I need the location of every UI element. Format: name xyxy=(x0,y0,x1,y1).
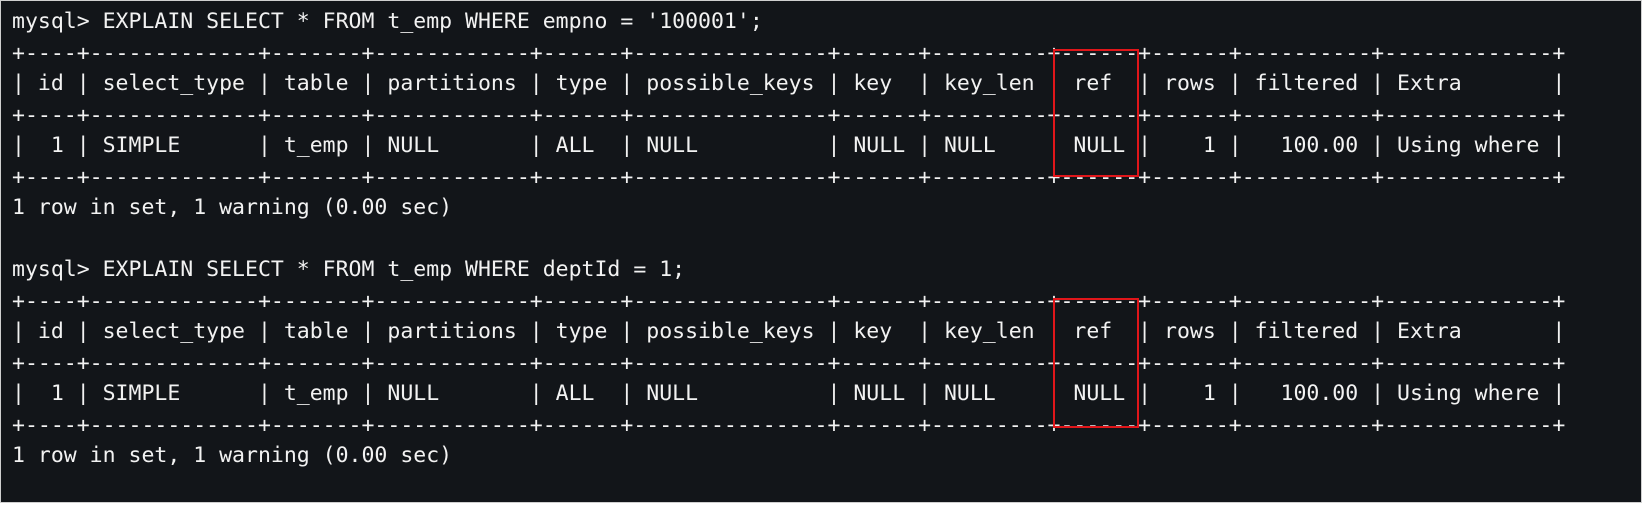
query-1-prompt: mysql> EXPLAIN SELECT * FROM t_emp WHERE… xyxy=(12,9,763,34)
table-2-border-top: +----+-------------+-------+------------… xyxy=(12,289,1566,314)
table-2-border-mid: +----+-------------+-------+------------… xyxy=(12,351,1566,376)
query-1-result-summary: 1 row in set, 1 warning (0.00 sec) xyxy=(12,195,453,220)
table-1-header-row: | id | select_type | table | partitions … xyxy=(12,71,1566,96)
table-2-header-row: | id | select_type | table | partitions … xyxy=(12,319,1566,344)
query-2-prompt: mysql> EXPLAIN SELECT * FROM t_emp WHERE… xyxy=(12,257,686,282)
table-1-border-bottom: +----+-------------+-------+------------… xyxy=(12,165,1566,190)
terminal-window[interactable]: mysql> EXPLAIN SELECT * FROM t_emp WHERE… xyxy=(0,0,1642,503)
table-2-border-bottom: +----+-------------+-------+------------… xyxy=(12,413,1566,438)
table-1-border-top: +----+-------------+-------+------------… xyxy=(12,41,1566,66)
table-2-data-row: | 1 | SIMPLE | t_emp | NULL | ALL | NULL… xyxy=(12,381,1566,406)
table-1-data-row: | 1 | SIMPLE | t_emp | NULL | ALL | NULL… xyxy=(12,133,1566,158)
query-2-result-summary: 1 row in set, 1 warning (0.00 sec) xyxy=(12,443,453,468)
table-1-border-mid: +----+-------------+-------+------------… xyxy=(12,103,1566,128)
